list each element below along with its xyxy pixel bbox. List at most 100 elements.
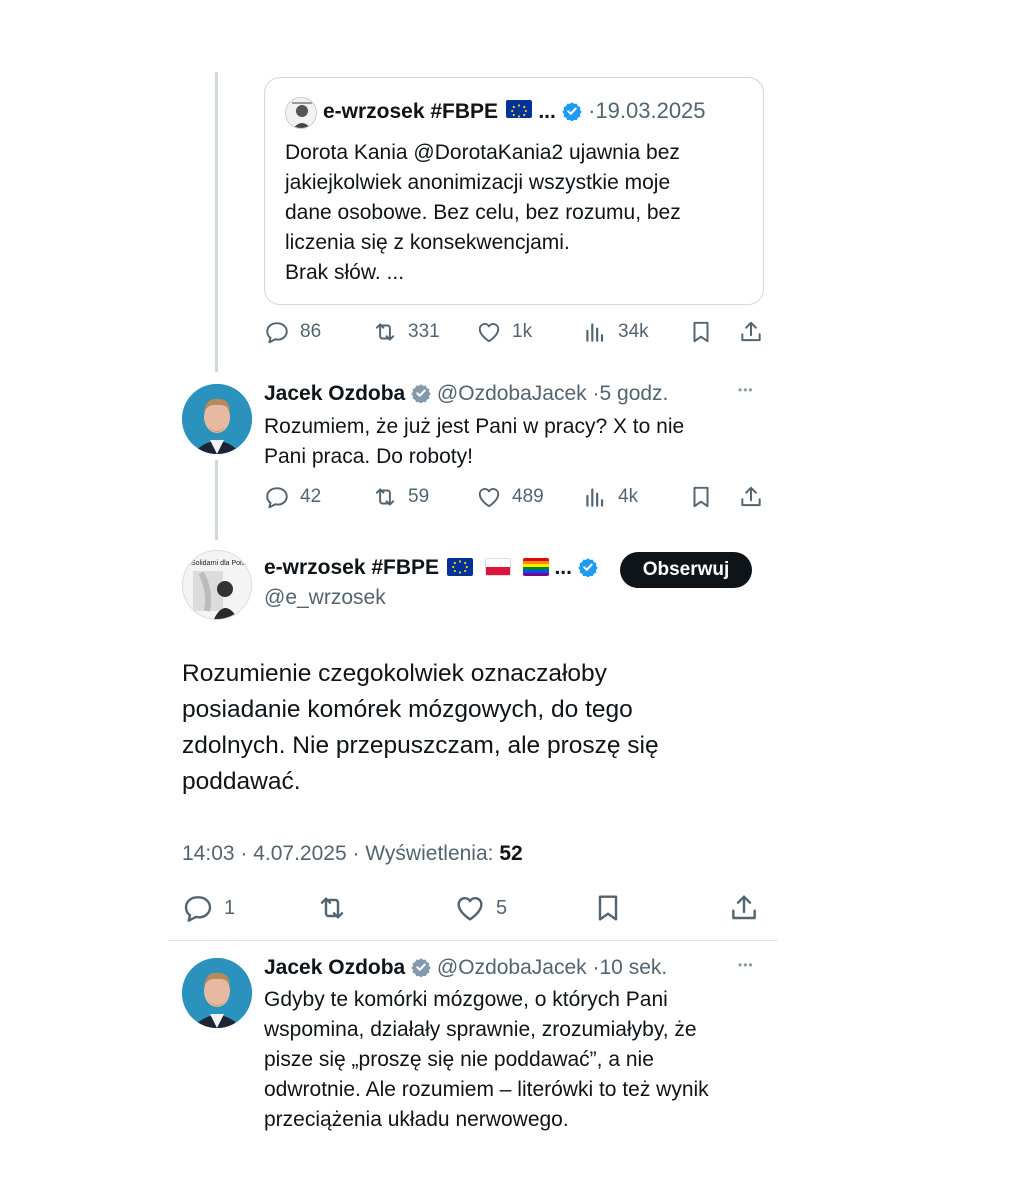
reply1-text-line: Pani praca. Do roboty! xyxy=(264,445,473,468)
like-button[interactable]: 1k xyxy=(476,319,532,345)
quoted-text-line: jakiejkolwiek anonimizacji wszystkie moj… xyxy=(285,171,671,194)
repost-icon xyxy=(375,488,395,506)
main-author-avatar[interactable]: Solidarni dla Polski xyxy=(182,550,252,620)
heart-icon xyxy=(457,896,483,921)
main-timestamp[interactable]: 14:03 · 4.07.2025 · Wyświetlenia: xyxy=(182,842,493,865)
quoted-header: e-wrzosek #FBPE ... ·19.03.2025 xyxy=(323,98,706,124)
like-count: 1k xyxy=(512,321,533,342)
reply2-time[interactable]: 10 sek. xyxy=(600,956,668,979)
quoted-text-line: Dorota Kania @DorotaKania2 ujawnia bez xyxy=(285,141,680,164)
reply2-text-line: odwrotnie. Ale rozumiem – literówki to t… xyxy=(264,1078,709,1101)
main-text-line: zdolnych. Nie przepuszczam, ale proszę s… xyxy=(182,732,659,759)
reply1-header: Jacek Ozdoba @OzdobaJacek ·5 godz. xyxy=(264,382,668,406)
separator-dot: · xyxy=(592,382,600,405)
repost-button[interactable]: 331 xyxy=(372,319,440,345)
quoted-date[interactable]: 19.03.2025 xyxy=(595,98,705,123)
main-name-ellipsis: ... xyxy=(554,556,572,579)
reply1-author-avatar[interactable] xyxy=(182,384,252,454)
reply-count: 1 xyxy=(224,896,236,919)
divider xyxy=(168,940,778,941)
main-handle[interactable]: @e_wrzosek xyxy=(264,586,386,610)
bookmark-icon xyxy=(693,486,709,508)
main-actions-row: 1 5 xyxy=(182,890,762,926)
quoted-text-line: liczenia się z konsekwencjami. xyxy=(285,231,570,254)
views-chart-icon xyxy=(586,488,604,507)
eu-flag-icon xyxy=(506,100,533,118)
rainbow-flag-icon xyxy=(522,558,549,576)
heart-icon xyxy=(478,488,500,508)
heart-icon xyxy=(478,323,500,343)
repost-button[interactable]: 59 xyxy=(372,484,429,510)
quoted-text-line: Brak słów. ... xyxy=(285,261,405,284)
like-count: 5 xyxy=(496,896,508,919)
thread-line-bottom xyxy=(215,460,218,540)
quoted-text: Dorota Kania @DorotaKania2 ujawnia bez j… xyxy=(285,138,681,288)
reply1-handle[interactable]: @OzdobaJacek xyxy=(437,382,587,405)
quoted-author-avatar xyxy=(285,97,317,129)
share-icon xyxy=(741,321,761,342)
views-chart-icon xyxy=(586,323,604,342)
repost-count: 331 xyxy=(408,321,440,342)
reply2-more-icon[interactable]: ••• xyxy=(738,958,754,972)
avatar-caption: Solidarni dla Polski xyxy=(191,560,251,567)
reply2-author-name[interactable]: Jacek Ozdoba xyxy=(264,956,405,979)
reply-count: 42 xyxy=(300,486,322,507)
follow-button[interactable]: Obserwuj xyxy=(620,552,752,588)
verified-badge-gray-icon xyxy=(411,383,431,404)
reply-button[interactable]: 1 xyxy=(182,892,235,924)
like-button[interactable]: 5 xyxy=(454,892,507,924)
reply1-text-line: Rozumiem, że już jest Pani w pracy? X to… xyxy=(264,415,685,438)
views-count: 34k xyxy=(618,321,649,342)
views-button[interactable]: 4k xyxy=(582,484,638,510)
reply2-text-line: wspomina, działały sprawnie, zrozumiałyb… xyxy=(264,1018,697,1041)
reply-icon xyxy=(184,896,212,922)
share-button[interactable] xyxy=(728,892,760,924)
reply-icon xyxy=(266,487,288,509)
repost-icon xyxy=(375,323,395,341)
bookmark-button[interactable] xyxy=(592,892,624,924)
reply1-time[interactable]: 5 godz. xyxy=(600,382,669,405)
reply2-header: Jacek Ozdoba @OzdobaJacek ·10 sek. xyxy=(264,956,667,980)
main-text-line: Rozumienie czegokolwiek oznaczałoby xyxy=(182,660,607,687)
reply-icon xyxy=(266,322,288,344)
main-text-line: posiadanie komórek mózgowych, do tego xyxy=(182,696,633,723)
bookmark-button[interactable] xyxy=(688,484,714,510)
reply1-more-icon[interactable]: ••• xyxy=(738,383,754,397)
repost-icon xyxy=(320,897,344,919)
main-author-name[interactable]: e-wrzosek #FBPE xyxy=(264,556,439,579)
repost-button[interactable] xyxy=(316,892,348,924)
quoted-name-ellipsis: ... xyxy=(538,100,556,123)
views-count: 4k xyxy=(618,486,639,507)
reply1-text: Rozumiem, że już jest Pani w pracy? X to… xyxy=(264,412,684,472)
like-count: 489 xyxy=(512,486,544,507)
bookmark-icon xyxy=(693,321,709,343)
quoted-author-name[interactable]: e-wrzosek #FBPE xyxy=(323,100,498,123)
reply2-text: Gdyby te komórki mózgowe, o których Pani… xyxy=(264,985,709,1135)
reply2-handle[interactable]: @OzdobaJacek xyxy=(437,956,587,979)
reply-count: 86 xyxy=(300,321,322,342)
quoted-tweet-card[interactable]: e-wrzosek #FBPE ... ·19.03.2025 Dorota K… xyxy=(264,77,764,305)
thread-line-top xyxy=(215,72,218,372)
share-button[interactable] xyxy=(738,319,764,345)
main-timestamp-row: 14:03 · 4.07.2025 · Wyświetlenia: 52 xyxy=(182,842,523,866)
reply-button[interactable]: 86 xyxy=(264,319,321,345)
bookmark-button[interactable] xyxy=(688,319,714,345)
separator-dot: · xyxy=(592,956,600,979)
share-button[interactable] xyxy=(738,484,764,510)
quoted-text-line: dane osobowe. Bez celu, bez rozumu, bez xyxy=(285,201,681,224)
reply2-text-line: Gdyby te komórki mózgowe, o których Pani xyxy=(264,988,668,1011)
reply1-author-name[interactable]: Jacek Ozdoba xyxy=(264,382,405,405)
reply2-author-avatar[interactable] xyxy=(182,958,252,1028)
share-icon xyxy=(741,486,761,507)
eu-flag-icon xyxy=(446,558,473,576)
poland-flag-icon xyxy=(484,558,511,576)
repost-count: 59 xyxy=(408,486,430,507)
views-button[interactable]: 34k xyxy=(582,319,649,345)
main-text-line: poddawać. xyxy=(182,768,301,795)
main-tweet-text: Rozumienie czegokolwiek oznaczałoby posi… xyxy=(182,656,659,800)
reply2-text-line: pisze się „proszę się nie poddawać”, a n… xyxy=(264,1048,654,1071)
reply-button[interactable]: 42 xyxy=(264,484,321,510)
verified-badge-gray-icon xyxy=(411,957,431,978)
share-icon xyxy=(732,895,756,920)
like-button[interactable]: 489 xyxy=(476,484,544,510)
